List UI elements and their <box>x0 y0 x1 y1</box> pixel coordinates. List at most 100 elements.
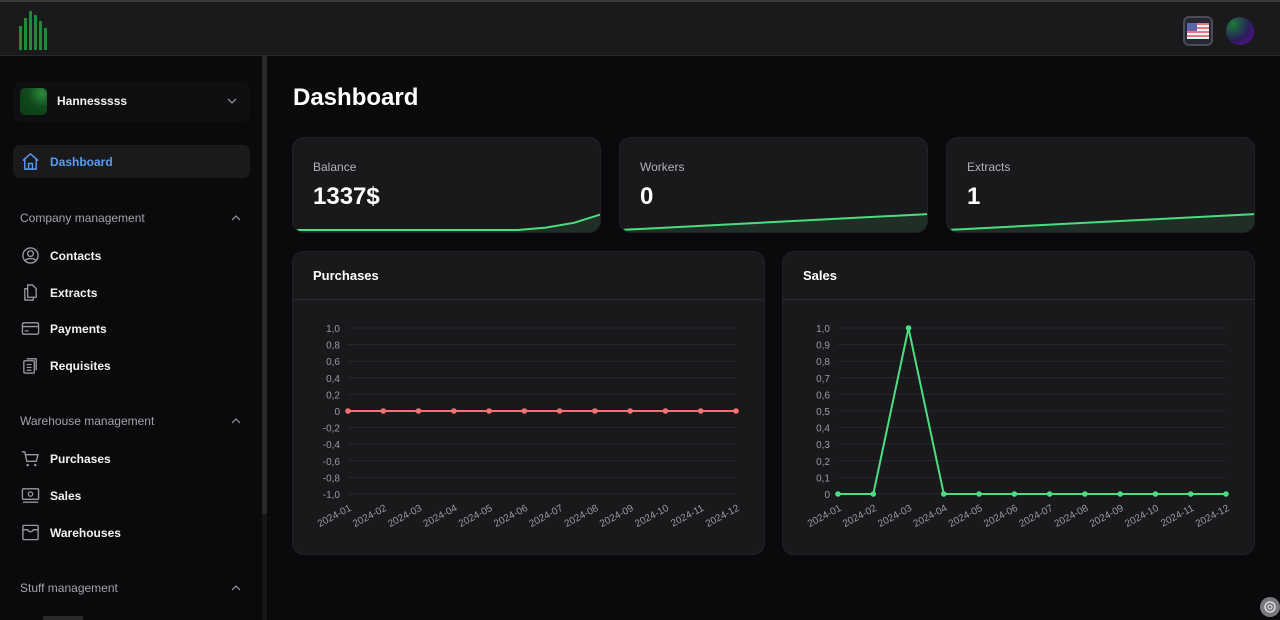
chevron-up-icon <box>231 215 241 221</box>
section-title: Stuff management <box>20 581 118 595</box>
data-point[interactable] <box>345 408 351 414</box>
x-tick-label: 2024-10 <box>1123 503 1161 530</box>
x-tick-label: 2024-06 <box>982 503 1020 530</box>
data-point[interactable] <box>835 491 841 497</box>
data-point[interactable] <box>697 408 704 414</box>
data-point[interactable] <box>905 325 912 331</box>
data-point[interactable] <box>941 491 947 497</box>
bar-chart-logo-icon[interactable] <box>19 10 51 50</box>
data-point[interactable] <box>521 408 528 414</box>
sidebar-item-payments[interactable]: Payments <box>13 312 250 345</box>
sidebar-item-warehouses[interactable]: Warehouses <box>13 516 250 549</box>
data-point[interactable] <box>627 408 633 414</box>
x-tick-label: 2024-01 <box>806 503 844 530</box>
x-tick-label: 2024-04 <box>422 503 460 530</box>
x-tick-label: 2024-11 <box>669 503 706 530</box>
y-tick-label: -0,6 <box>323 457 341 468</box>
page-title: Dashboard <box>293 84 419 111</box>
data-point[interactable] <box>1117 491 1123 497</box>
chevron-up-icon <box>231 585 241 591</box>
stat-card-balance: Balance 1337$ <box>292 137 601 233</box>
x-tick-label: 2024-05 <box>947 503 985 530</box>
section-title: Company management <box>20 211 145 225</box>
assistant-icon <box>1264 601 1276 613</box>
x-tick-label: 2024-12 <box>704 503 742 530</box>
sidebar-scrollbar-thumb[interactable] <box>262 56 267 514</box>
data-point[interactable] <box>1046 491 1053 497</box>
sparkline <box>947 213 1254 232</box>
sidebar-item-label: Contacts <box>50 249 102 263</box>
sidebar-item-requisites[interactable]: Requisites <box>13 349 250 382</box>
clipboard-icon <box>23 358 37 374</box>
y-tick-label: 0,1 <box>816 473 830 484</box>
data-point[interactable] <box>486 408 492 414</box>
x-tick-label: 2024-04 <box>912 503 950 530</box>
sales-chart-card: Sales 1,0 0,9 0,8 0,7 0,6 0,5 0,4 0,3 0,2 0,1 0 202… <box>782 251 1255 555</box>
section-warehouse-management[interactable]: Warehouse management <box>20 411 250 431</box>
language-switcher-button[interactable] <box>1183 16 1213 46</box>
x-tick-label: 2024-08 <box>563 503 601 530</box>
x-tick-label: 2024-12 <box>1194 503 1232 530</box>
data-point[interactable] <box>380 408 387 414</box>
sidebar-item-sales[interactable]: Sales <box>13 479 250 512</box>
data-point[interactable] <box>1011 491 1018 497</box>
x-tick-label: 2024-09 <box>598 503 636 530</box>
sidebar-item-label: Extracts <box>50 286 98 300</box>
sidebar-horizontal-scrollbar[interactable] <box>43 616 83 620</box>
purchases-chart: 1,0 0,8 0,6 0,4 0,2 0 -0,2 -0,4 -0,6 -0,8 -1,0 2024… <box>316 324 742 530</box>
sidebar-scrollbar[interactable] <box>262 56 267 620</box>
credit-card-icon <box>21 322 40 335</box>
data-point[interactable] <box>556 408 563 414</box>
data-point[interactable] <box>451 408 457 414</box>
y-tick-label: 0,2 <box>326 390 340 401</box>
stat-card-workers: Workers 0 <box>619 137 928 233</box>
sparkline <box>620 213 927 232</box>
data-point[interactable] <box>870 491 877 497</box>
user-avatar <box>20 88 47 115</box>
data-point[interactable] <box>1187 491 1194 497</box>
y-tick-label: 0,8 <box>816 357 830 368</box>
y-tick-label: 0,3 <box>816 440 830 451</box>
user-circle-icon <box>22 247 39 264</box>
data-point[interactable] <box>976 491 982 497</box>
home-icon <box>22 153 39 170</box>
x-tick-label: 2024-03 <box>386 503 424 530</box>
y-tick-label: 0,6 <box>816 390 830 401</box>
y-tick-label: 0,4 <box>816 424 830 435</box>
section-company-management[interactable]: Company management <box>20 208 250 228</box>
data-point[interactable] <box>1223 491 1229 497</box>
section-title: Warehouse management <box>20 414 155 428</box>
user-avatar-button[interactable] <box>1226 17 1254 45</box>
sidebar-item-label: Requisites <box>50 359 111 373</box>
x-tick-label: 2024-11 <box>1159 503 1196 530</box>
data-point[interactable] <box>1152 491 1159 497</box>
documents-icon <box>24 284 37 301</box>
data-point[interactable] <box>1082 491 1088 497</box>
sidebar-item-extracts[interactable]: Extracts <box>13 276 250 309</box>
data-point[interactable] <box>592 408 598 414</box>
sidebar-item-contacts[interactable]: Contacts <box>13 239 250 272</box>
data-point[interactable] <box>415 408 422 414</box>
y-tick-label: 0,2 <box>816 457 830 468</box>
y-tick-label: 0,7 <box>816 374 830 385</box>
x-tick-label: 2024-07 <box>1017 503 1055 530</box>
y-tick-label: 0,4 <box>326 374 340 385</box>
y-tick-label: -0,2 <box>323 424 341 435</box>
sidebar-item-label: Payments <box>50 322 107 336</box>
x-tick-label: 2024-03 <box>876 503 914 530</box>
assistant-button[interactable] <box>1260 597 1280 617</box>
y-tick-label: 1,0 <box>816 324 830 335</box>
data-point[interactable] <box>733 408 739 414</box>
user-switcher[interactable]: Hannesssss <box>13 82 250 122</box>
cash-icon <box>21 488 40 503</box>
us-flag-icon <box>1187 23 1209 39</box>
section-stuff-management[interactable]: Stuff management <box>20 578 250 598</box>
data-point[interactable] <box>662 408 669 414</box>
sidebar-item-purchases[interactable]: Purchases <box>13 442 250 475</box>
x-tick-label: 2024-02 <box>841 503 879 530</box>
y-tick-label: 0,9 <box>816 341 830 352</box>
sidebar-item-dashboard[interactable]: Dashboard <box>13 145 250 178</box>
x-tick-label: 2024-07 <box>527 503 565 530</box>
x-tick-label: 2024-01 <box>316 503 354 530</box>
y-tick-label: 1,0 <box>326 324 340 335</box>
